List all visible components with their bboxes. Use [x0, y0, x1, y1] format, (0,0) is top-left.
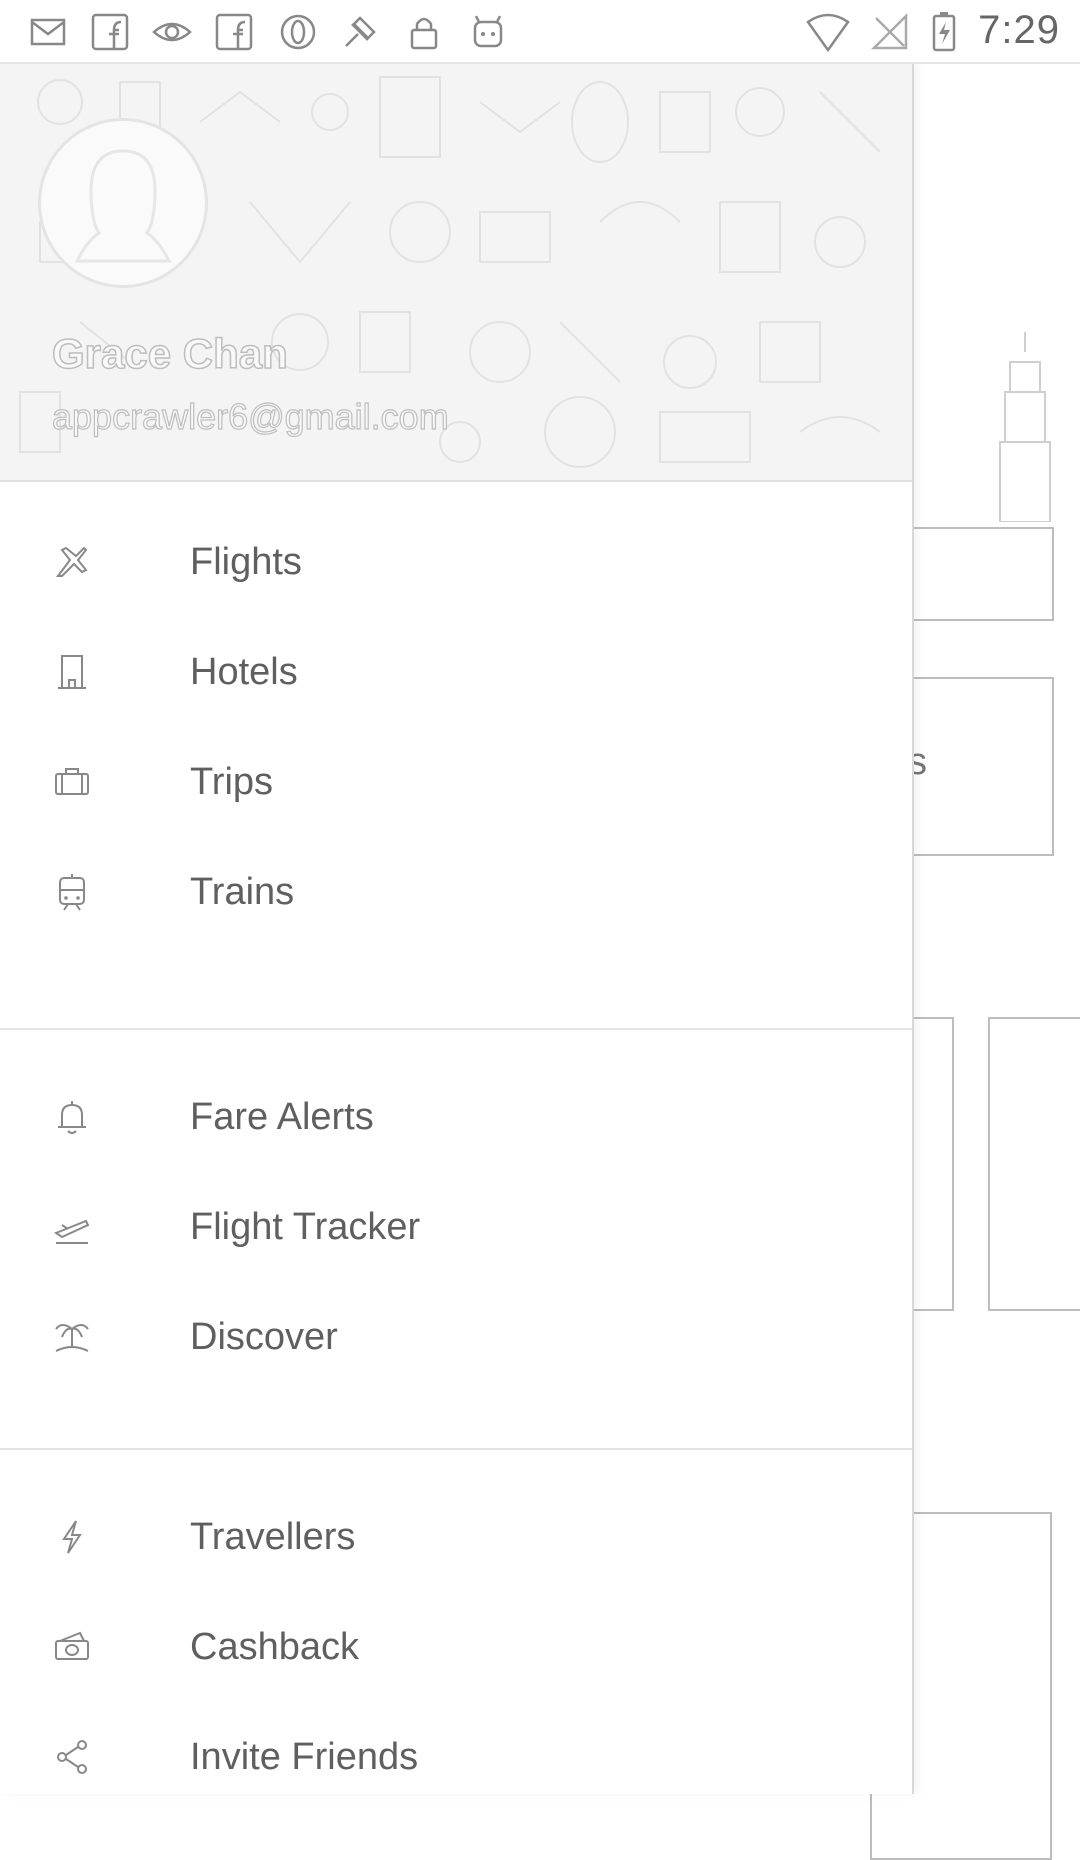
lock-icon — [402, 10, 446, 54]
clock: 7:29 — [978, 8, 1060, 52]
divider — [0, 1028, 912, 1030]
menu-item-flights[interactable]: Flights — [0, 507, 912, 617]
status-bar: 7:29 — [0, 0, 1080, 64]
user-email: appcrawler6@gmail.com — [51, 395, 449, 437]
menu-item-trains[interactable]: Trains — [0, 837, 912, 947]
menu-item-flight-tracker[interactable]: Flight Tracker — [0, 1172, 912, 1282]
eye-icon — [150, 10, 194, 54]
avatar[interactable] — [38, 118, 208, 288]
background-tower-illustration — [999, 332, 1051, 522]
divider — [0, 1448, 912, 1450]
menu-item-label: Hotels — [190, 650, 298, 693]
menu-item-travellers[interactable]: Travellers — [0, 1482, 912, 1592]
user-name: Grace Chan — [51, 329, 288, 378]
satellite-icon — [338, 10, 382, 54]
menu-item-invite-friends[interactable]: Invite Friends — [0, 1702, 912, 1812]
menu-item-fare-alerts[interactable]: Fare Alerts — [0, 1062, 912, 1172]
menu-item-label: Trips — [190, 760, 274, 803]
android-icon — [466, 10, 510, 54]
lightning-icon — [50, 1515, 94, 1559]
menu-item-label: Flights — [190, 540, 302, 583]
share-icon — [50, 1735, 94, 1779]
menu-item-label: Flight Tracker — [190, 1205, 421, 1248]
airplane-icon — [50, 540, 94, 584]
wifi-icon — [806, 10, 850, 54]
navigation-drawer: Grace Chan appcrawler6@gmail.com Flights… — [0, 62, 914, 1794]
menu-item-label: Invite Friends — [190, 1735, 419, 1778]
menu-item-cashback[interactable]: Cashback — [0, 1592, 912, 1702]
menu-item-label: Travellers — [190, 1515, 356, 1558]
facebook-icon — [212, 10, 256, 54]
palm-tree-icon — [50, 1315, 94, 1359]
person-silhouette-icon — [74, 149, 172, 263]
train-icon — [50, 870, 94, 914]
no-signal-icon — [868, 10, 912, 54]
drawer-header: Grace Chan appcrawler6@gmail.com — [0, 62, 912, 482]
cash-icon — [50, 1625, 94, 1669]
facebook-icon — [88, 10, 132, 54]
menu-item-label: Discover — [190, 1315, 338, 1358]
menu-item-trips[interactable]: Trips — [0, 727, 912, 837]
flight-takeoff-icon — [50, 1205, 94, 1249]
menu-item-label: Cashback — [190, 1625, 359, 1668]
suitcase-icon — [50, 760, 94, 804]
menu-item-hotels[interactable]: Hotels — [0, 617, 912, 727]
menu-item-label: Fare Alerts — [190, 1095, 374, 1138]
hotel-icon — [50, 650, 94, 694]
menu-item-discover[interactable]: Discover — [0, 1282, 912, 1392]
email-icon — [26, 10, 70, 54]
battery-charging-icon — [922, 10, 966, 54]
background-card — [988, 1017, 1080, 1311]
bell-icon — [50, 1095, 94, 1139]
menu-item-label: Trains — [190, 870, 295, 913]
opera-icon — [276, 10, 320, 54]
